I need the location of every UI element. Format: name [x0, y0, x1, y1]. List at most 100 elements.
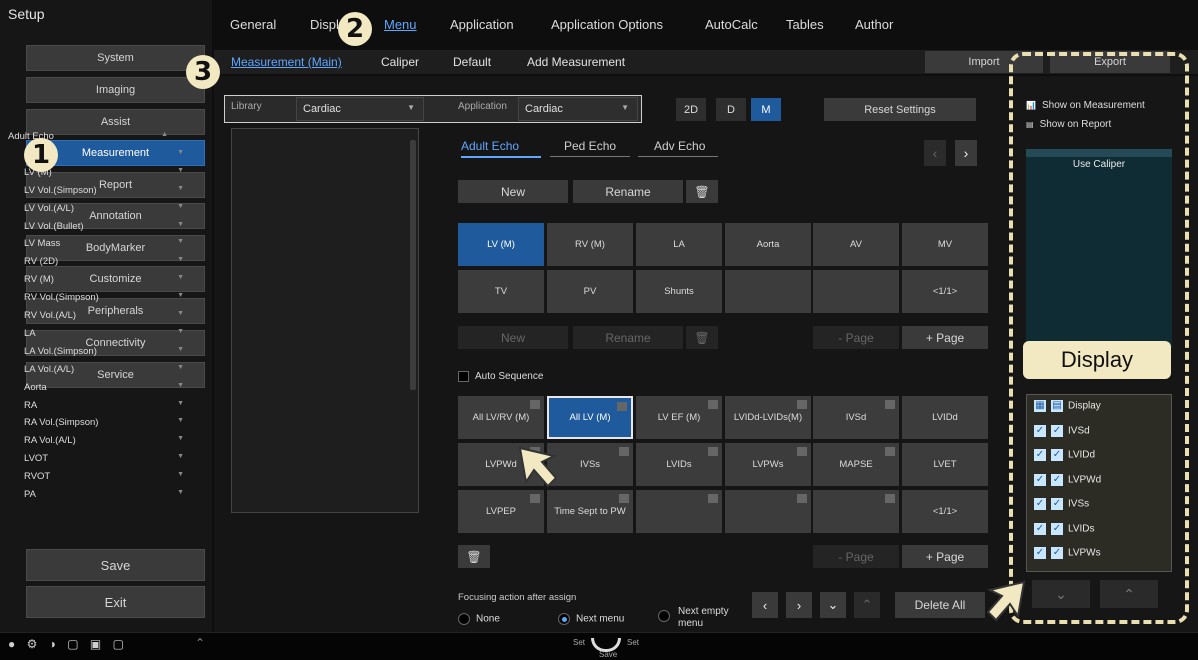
library-item[interactable]: Aorta ▼	[24, 382, 194, 395]
library-item[interactable]: LA Vol.(A/L) ▼	[24, 364, 194, 377]
measurement-cell[interactable]	[813, 490, 899, 533]
auto-sequence-checkbox[interactable]: Auto Sequence	[458, 371, 543, 382]
measurement-cell[interactable]: IVSd	[813, 396, 899, 439]
group-cell[interactable]: RV (M)	[547, 223, 633, 266]
library-item[interactable]: LA ▼	[24, 328, 194, 341]
subtab-default[interactable]: Default	[453, 55, 491, 69]
reset-settings-button[interactable]: Reset Settings	[824, 98, 976, 121]
group-cell[interactable]: MV	[902, 223, 988, 266]
library-item[interactable]: LV Vol.(Simpson) ▼	[24, 185, 194, 198]
subtab-measurement-main[interactable]: Measurement (Main)	[231, 55, 342, 69]
tab-application-options[interactable]: Application Options	[551, 17, 663, 32]
measurement-cell[interactable]: MAPSE	[813, 443, 899, 486]
measurement-cell-label: LVIDd	[932, 412, 958, 423]
group-cell[interactable]	[725, 270, 811, 313]
library-item[interactable]: RV (M) ▼	[24, 274, 194, 287]
delete-item-icon[interactable]: 🗑	[686, 326, 718, 349]
library-item[interactable]: RA ▼	[24, 400, 194, 413]
new-item-button[interactable]: New	[458, 326, 568, 349]
library-item[interactable]: RV (2D) ▼	[24, 256, 194, 269]
group-cell[interactable]: Shunts	[636, 270, 722, 313]
library-select[interactable]: Cardiac ▼	[296, 97, 424, 121]
measurement-cell[interactable]: LVIDd	[902, 396, 988, 439]
subtab-caliper[interactable]: Caliper	[381, 55, 419, 69]
application-select[interactable]: Cardiac ▼	[518, 97, 638, 121]
mode-2d[interactable]: 2D	[676, 98, 706, 121]
library-item[interactable]: RV Vol.(Simpson) ▼	[24, 292, 194, 305]
library-item[interactable]: PA ▼	[24, 489, 194, 502]
radio-none[interactable]: None	[458, 613, 500, 625]
echo-tab-adv[interactable]: Adv Echo	[638, 139, 718, 157]
library-item[interactable]: LVOT ▼	[24, 453, 194, 466]
library-label: Library	[231, 101, 262, 112]
mode-m[interactable]: M	[751, 98, 781, 121]
tab-application[interactable]: Application	[450, 17, 514, 32]
measurement-cell[interactable]: All LV (M)	[547, 396, 633, 439]
left-arrow-icon[interactable]: ‹	[752, 592, 778, 618]
group-cell[interactable]	[813, 270, 899, 313]
group-cell[interactable]: <1/1>	[902, 270, 988, 313]
library-item[interactable]: RA Vol.(A/L) ▼	[24, 435, 194, 448]
up-arrow-icon[interactable]: ⌃	[854, 592, 880, 618]
measurement-cell[interactable]: <1/1>	[902, 490, 988, 533]
library-item[interactable]: RV Vol.(A/L) ▼	[24, 310, 194, 323]
chevron-up-icon[interactable]: ⌃	[195, 636, 205, 650]
group-cell[interactable]: TV	[458, 270, 544, 313]
prev-page-button-2[interactable]: - Page	[813, 545, 899, 568]
next-page-button-2[interactable]: + Page	[902, 545, 988, 568]
library-item[interactable]: LV Vol.(A/L) ▼	[24, 203, 194, 216]
tab-autocalc[interactable]: AutoCalc	[705, 17, 758, 32]
prev-icon[interactable]: ‹	[924, 140, 946, 166]
group-cell[interactable]: PV	[547, 270, 633, 313]
measurement-cell[interactable]: LVPWs	[725, 443, 811, 486]
library-value: Cardiac	[303, 103, 341, 115]
prev-page-button[interactable]: - Page	[813, 326, 899, 349]
mode-d[interactable]: D	[716, 98, 746, 121]
library-item[interactable]: RVOT ▼	[24, 471, 194, 484]
library-item-label: RA	[24, 399, 38, 411]
library-scrollbar[interactable]	[410, 140, 416, 390]
rename-group-button[interactable]: Rename	[573, 180, 683, 203]
library-item[interactable]: LA Vol.(Simpson) ▼	[24, 346, 194, 359]
rename-item-button[interactable]: Rename	[573, 326, 683, 349]
measurement-cell[interactable]: LVIDd-LVIDs(M)	[725, 396, 811, 439]
tab-general[interactable]: General	[230, 17, 276, 32]
new-group-button[interactable]: New	[458, 180, 568, 203]
tab-menu[interactable]: Menu	[384, 17, 417, 32]
save-button[interactable]: Save	[26, 549, 205, 581]
measurement-cell[interactable]: Time Sept to PW	[547, 490, 633, 533]
chevron-icon: ▼	[177, 345, 184, 353]
delete-all-button[interactable]: Delete All	[895, 592, 985, 618]
group-cell[interactable]: Aorta	[725, 223, 811, 266]
echo-tab-ped[interactable]: Ped Echo	[550, 139, 630, 157]
library-item[interactable]: RA Vol.(Simpson) ▼	[24, 417, 194, 430]
trash-icon[interactable]: 🗑	[458, 545, 490, 568]
radio-none-label: None	[476, 613, 500, 625]
measurement-cell[interactable]: LVPEP	[458, 490, 544, 533]
next-page-button[interactable]: + Page	[902, 326, 988, 349]
delete-group-icon[interactable]: 🗑	[686, 180, 718, 203]
measurement-cell[interactable]	[725, 490, 811, 533]
tab-author[interactable]: Author	[855, 17, 893, 32]
down-arrow-icon[interactable]: ⌄	[820, 592, 846, 618]
library-item[interactable]: LV Mass ▼	[24, 238, 194, 251]
library-item[interactable]: LV Vol.(Bullet) ▼	[24, 221, 194, 234]
measurement-cell[interactable]: LVIDs	[636, 443, 722, 486]
exit-button[interactable]: Exit	[26, 586, 205, 618]
group-cell[interactable]: LV (M)	[458, 223, 544, 266]
measurement-cell[interactable]	[636, 490, 722, 533]
measurement-cell[interactable]: All LV/RV (M)	[458, 396, 544, 439]
group-cell[interactable]: AV	[813, 223, 899, 266]
subtab-add-measurement[interactable]: Add Measurement	[527, 55, 625, 69]
nav-imaging[interactable]: Imaging	[26, 77, 205, 103]
echo-tab-adult[interactable]: Adult Echo	[461, 139, 541, 158]
measurement-cell[interactable]: LV EF (M)	[636, 396, 722, 439]
group-cell[interactable]: LA	[636, 223, 722, 266]
nav-system[interactable]: System	[26, 45, 205, 71]
measurement-cell[interactable]: LVET	[902, 443, 988, 486]
right-arrow-icon[interactable]: ›	[786, 592, 812, 618]
radio-next-menu[interactable]: Next menu	[558, 613, 624, 625]
next-icon[interactable]: ›	[955, 140, 977, 166]
tab-display[interactable]: Display	[310, 17, 340, 32]
tab-tables[interactable]: Tables	[786, 17, 824, 32]
